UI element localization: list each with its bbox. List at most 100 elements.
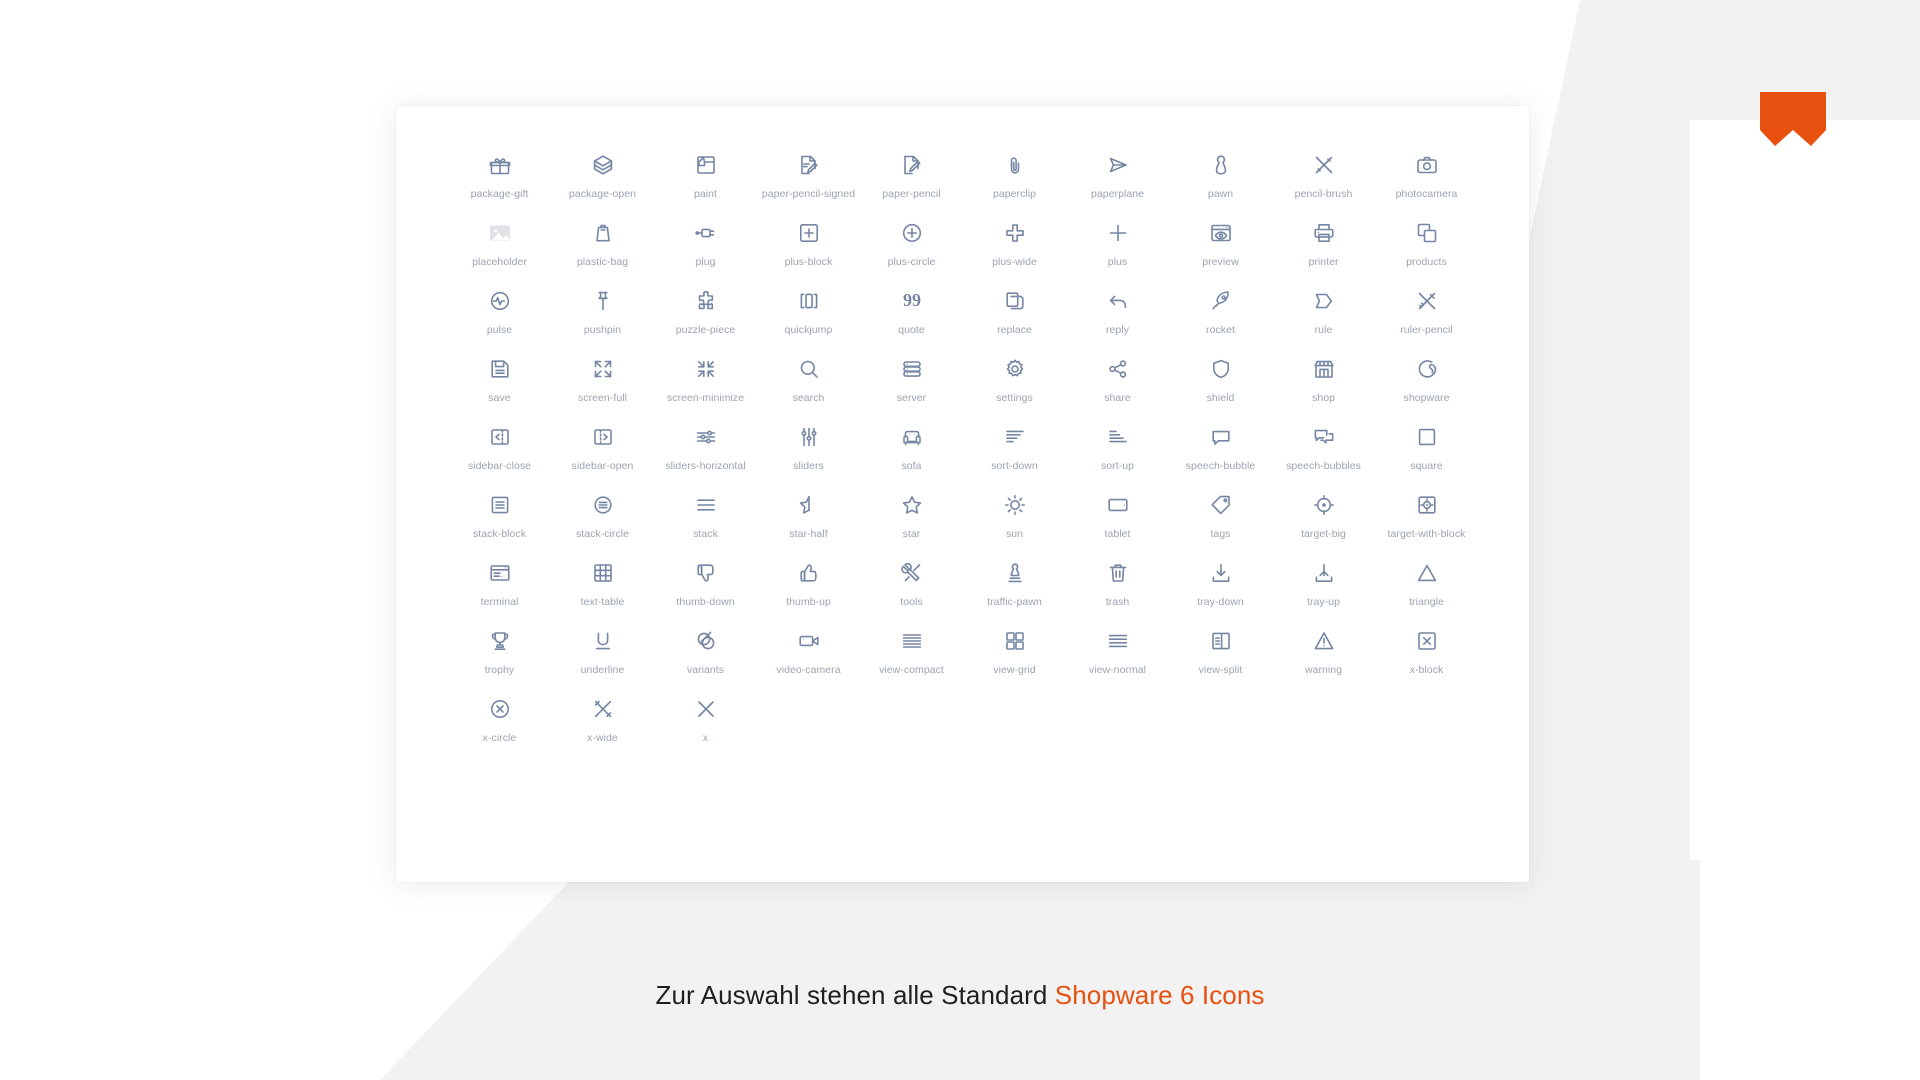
icon-cell-sidebar-open[interactable]: sidebar-open — [551, 420, 654, 488]
icon-cell-paint[interactable]: paint — [654, 148, 757, 216]
sliders-icon — [796, 424, 822, 450]
icon-cell-x-block[interactable]: x-block — [1375, 624, 1478, 692]
icon-cell-pawn[interactable]: pawn — [1169, 148, 1272, 216]
icon-label: trophy — [484, 664, 515, 676]
icon-cell-quote[interactable]: 99 quote — [860, 284, 963, 352]
icon-cell-trash[interactable]: trash — [1066, 556, 1169, 624]
icon-label: thumb-down — [676, 596, 735, 608]
icon-cell-speech-bubble[interactable]: speech-bubble — [1169, 420, 1272, 488]
icon-cell-reply[interactable]: reply — [1066, 284, 1169, 352]
icon-cell-stack-block[interactable]: stack-block — [448, 488, 551, 556]
tools-icon — [899, 560, 925, 586]
icon-cell-x-wide[interactable]: x-wide — [551, 692, 654, 760]
icon-cell-thumb-up[interactable]: thumb-up — [757, 556, 860, 624]
icon-cell-placeholder[interactable]: placeholder — [448, 216, 551, 284]
icon-cell-preview[interactable]: preview — [1169, 216, 1272, 284]
icon-cell-plus-wide[interactable]: plus-wide — [963, 216, 1066, 284]
icon-cell-shield[interactable]: shield — [1169, 352, 1272, 420]
icon-cell-target-with-block[interactable]: target-with-block — [1375, 488, 1478, 556]
icon-cell-tray-up[interactable]: tray-up — [1272, 556, 1375, 624]
icon-cell-pencil-brush[interactable]: pencil-brush — [1272, 148, 1375, 216]
icon-cell-search[interactable]: search — [757, 352, 860, 420]
icon-label: share — [1104, 392, 1131, 404]
icon-cell-x-circle[interactable]: x-circle — [448, 692, 551, 760]
icon-cell-view-normal[interactable]: view-normal — [1066, 624, 1169, 692]
icon-cell-plastic-bag[interactable]: plastic-bag — [551, 216, 654, 284]
icon-cell-paper-pencil[interactable]: paper-pencil — [860, 148, 963, 216]
icon-cell-rule[interactable]: rule — [1272, 284, 1375, 352]
icon-cell-products[interactable]: products — [1375, 216, 1478, 284]
icon-cell-ruler-pencil[interactable]: ruler-pencil — [1375, 284, 1478, 352]
icon-cell-speech-bubbles[interactable]: speech-bubbles — [1272, 420, 1375, 488]
icon-cell-puzzle-piece[interactable]: puzzle-piece — [654, 284, 757, 352]
icon-cell-pulse[interactable]: pulse — [448, 284, 551, 352]
icon-cell-video-camera[interactable]: video-camera — [757, 624, 860, 692]
icon-cell-paper-pencil-signed[interactable]: paper-pencil-signed — [757, 148, 860, 216]
icon-cell-shop[interactable]: shop — [1272, 352, 1375, 420]
icon-cell-thumb-down[interactable]: thumb-down — [654, 556, 757, 624]
icon-cell-tablet[interactable]: tablet — [1066, 488, 1169, 556]
icon-cell-plug[interactable]: plug — [654, 216, 757, 284]
icon-label: package-gift — [470, 188, 529, 200]
icon-cell-share[interactable]: share — [1066, 352, 1169, 420]
icon-cell-star[interactable]: star — [860, 488, 963, 556]
icon-cell-server[interactable]: server — [860, 352, 963, 420]
icon-cell-plus-block[interactable]: plus-block — [757, 216, 860, 284]
icon-cell-paperclip[interactable]: paperclip — [963, 148, 1066, 216]
icon-label: paper-pencil-signed — [761, 188, 856, 200]
icon-cell-plus[interactable]: plus — [1066, 216, 1169, 284]
icon-cell-rocket[interactable]: rocket — [1169, 284, 1272, 352]
icon-cell-screen-minimize[interactable]: screen-minimize — [654, 352, 757, 420]
icon-cell-save[interactable]: save — [448, 352, 551, 420]
icon-cell-sidebar-close[interactable]: sidebar-close — [448, 420, 551, 488]
icon-cell-underline[interactable]: underline — [551, 624, 654, 692]
icon-cell-sliders[interactable]: sliders — [757, 420, 860, 488]
icon-cell-view-split[interactable]: view-split — [1169, 624, 1272, 692]
icon-label: pulse — [486, 324, 513, 336]
icon-label: preview — [1202, 256, 1239, 268]
icon-cell-package-gift[interactable]: package-gift — [448, 148, 551, 216]
icon-cell-target-big[interactable]: target-big — [1272, 488, 1375, 556]
warning-icon — [1311, 628, 1337, 654]
icon-cell-terminal[interactable]: terminal — [448, 556, 551, 624]
icon-cell-view-compact[interactable]: view-compact — [860, 624, 963, 692]
icon-cell-settings[interactable]: settings — [963, 352, 1066, 420]
icon-cell-paperplane[interactable]: paperplane — [1066, 148, 1169, 216]
icon-label: rule — [1314, 324, 1333, 336]
icon-label: puzzle-piece — [675, 324, 736, 336]
icon-cell-pushpin[interactable]: pushpin — [551, 284, 654, 352]
icon-label: stack-circle — [575, 528, 630, 540]
icon-cell-printer[interactable]: printer — [1272, 216, 1375, 284]
icon-cell-replace[interactable]: replace — [963, 284, 1066, 352]
icon-cell-photocamera[interactable]: photocamera — [1375, 148, 1478, 216]
icon-cell-screen-full[interactable]: screen-full — [551, 352, 654, 420]
icon-cell-tray-down[interactable]: tray-down — [1169, 556, 1272, 624]
tablet-icon — [1105, 492, 1131, 518]
plastic-bag-icon — [590, 220, 616, 246]
icon-cell-star-half[interactable]: star-half — [757, 488, 860, 556]
icon-label: printer — [1308, 256, 1339, 268]
icon-cell-triangle[interactable]: triangle — [1375, 556, 1478, 624]
icon-cell-sort-down[interactable]: sort-down — [963, 420, 1066, 488]
icon-cell-sofa[interactable]: sofa — [860, 420, 963, 488]
icon-cell-warning[interactable]: warning — [1272, 624, 1375, 692]
icon-cell-quickjump[interactable]: quickjump — [757, 284, 860, 352]
icon-cell-stack-circle[interactable]: stack-circle — [551, 488, 654, 556]
icon-cell-view-grid[interactable]: view-grid — [963, 624, 1066, 692]
icon-cell-sun[interactable]: sun — [963, 488, 1066, 556]
icon-cell-traffic-pawn[interactable]: traffic-pawn — [963, 556, 1066, 624]
icon-cell-square[interactable]: square — [1375, 420, 1478, 488]
icon-cell-variants[interactable]: variants — [654, 624, 757, 692]
icon-cell-plus-circle[interactable]: plus-circle — [860, 216, 963, 284]
icon-cell-stack[interactable]: stack — [654, 488, 757, 556]
paper-pencil-icon — [899, 152, 925, 178]
icon-cell-tags[interactable]: tags — [1169, 488, 1272, 556]
icon-cell-text-table[interactable]: text-table — [551, 556, 654, 624]
icon-cell-x[interactable]: x — [654, 692, 757, 760]
icon-cell-tools[interactable]: tools — [860, 556, 963, 624]
icon-cell-shopware[interactable]: shopware — [1375, 352, 1478, 420]
icon-cell-sliders-horizontal[interactable]: sliders-horizontal — [654, 420, 757, 488]
icon-cell-package-open[interactable]: package-open — [551, 148, 654, 216]
icon-cell-trophy[interactable]: trophy — [448, 624, 551, 692]
icon-cell-sort-up[interactable]: sort-up — [1066, 420, 1169, 488]
